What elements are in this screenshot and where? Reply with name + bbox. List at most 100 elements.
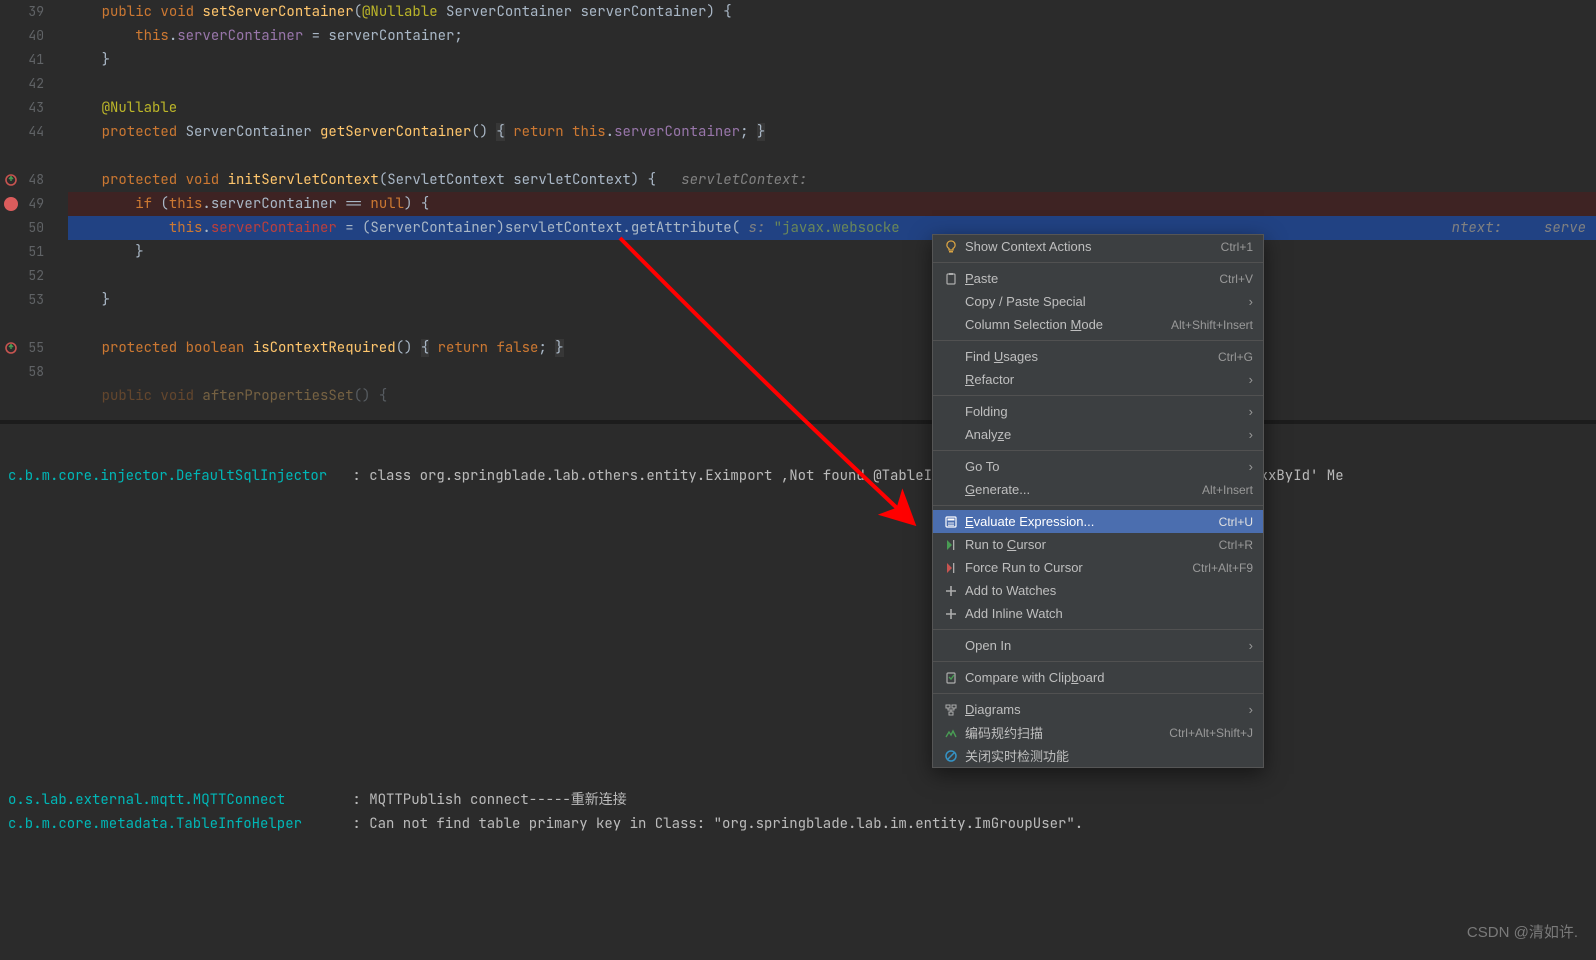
menu-item-shortcut: Ctrl+Alt+Shift+J [1169, 726, 1253, 740]
blank-icon [941, 372, 961, 388]
plus-icon [941, 606, 961, 622]
code-line[interactable] [68, 144, 1596, 168]
menu-item[interactable]: Go To› [933, 455, 1263, 478]
context-menu[interactable]: Show Context ActionsCtrl+1 Paste Ctrl+V Cop… [932, 234, 1264, 768]
code-line[interactable] [68, 264, 1596, 288]
menu-item-label: Go To [965, 459, 1241, 474]
line-number: 40 [0, 24, 68, 48]
blank-icon [941, 482, 961, 498]
code-line[interactable]: this.serverContainer = serverContainer; [68, 24, 1596, 48]
menu-item[interactable]: Folding› [933, 400, 1263, 423]
line-number: 43 [0, 96, 68, 120]
menu-item[interactable]: 编码规约扫描 Ctrl+Alt+Shift+J [933, 721, 1263, 744]
menu-separator [933, 505, 1263, 506]
console-line: c.b.m.core.injector.DefaultSqlInjector :… [8, 464, 1588, 488]
override-icon [4, 173, 18, 187]
code-line[interactable]: protected boolean isContextRequired() { … [68, 336, 1596, 360]
menu-item[interactable]: Analyze › [933, 423, 1263, 446]
menu-item-label: Column Selection Mode [965, 317, 1159, 332]
menu-item-label: Add Inline Watch [965, 606, 1253, 621]
line-number: 42 [0, 72, 68, 96]
blank-icon [941, 427, 961, 443]
scan-icon [941, 725, 961, 741]
line-number [0, 144, 68, 168]
blank-icon [941, 459, 961, 475]
code-line[interactable]: } [68, 48, 1596, 72]
code-line[interactable]: public void afterPropertiesSet() { [68, 384, 1596, 408]
submenu-arrow-icon: › [1249, 638, 1253, 653]
submenu-arrow-icon: › [1249, 702, 1253, 717]
menu-item[interactable]: Show Context ActionsCtrl+1 [933, 235, 1263, 258]
code-line[interactable]: public void setServerContainer(@Nullable… [68, 0, 1596, 24]
code-line[interactable]: if (this.serverContainer == null) { [68, 192, 1596, 216]
watermark: CSDN @清如许. [1467, 921, 1578, 942]
menu-item-label: Folding [965, 404, 1241, 419]
menu-separator [933, 262, 1263, 263]
menu-separator [933, 340, 1263, 341]
selected-code-line[interactable]: this.serverContainer = (ServerContainer)… [68, 216, 1596, 240]
menu-item[interactable]: Copy / Paste Special› [933, 290, 1263, 313]
line-number: 48 [0, 168, 68, 192]
code-line[interactable]: @Nullable [68, 96, 1596, 120]
line-number [0, 384, 68, 408]
menu-item-label: Analyze [965, 427, 1241, 442]
menu-item-label: 编码规约扫描 [965, 723, 1157, 742]
code-line[interactable] [68, 360, 1596, 384]
line-number: 39 [0, 0, 68, 24]
menu-item[interactable]: 关闭实时检测功能 [933, 744, 1263, 767]
code-line[interactable]: protected ServerContainer getServerConta… [68, 120, 1596, 144]
menu-item-label: Add to Watches [965, 583, 1253, 598]
line-number: 44 [0, 120, 68, 144]
menu-item-shortcut: Alt+Insert [1202, 483, 1253, 497]
line-number: 41 [0, 48, 68, 72]
menu-item-label: Evaluate Expression... [965, 514, 1207, 529]
submenu-arrow-icon: › [1249, 427, 1253, 442]
menu-item-shortcut: Ctrl+G [1218, 350, 1253, 364]
line-number: 52 [0, 264, 68, 288]
menu-item-label: Open In [965, 638, 1241, 653]
menu-item[interactable]: Diagrams › [933, 698, 1263, 721]
clip-icon [941, 670, 961, 686]
code-line[interactable] [68, 72, 1596, 96]
menu-item-label: 关闭实时检测功能 [965, 746, 1253, 765]
menu-item[interactable]: Evaluate Expression...Ctrl+U [933, 510, 1263, 533]
menu-item[interactable]: Compare with Clipboard [933, 666, 1263, 689]
menu-item-label: Show Context Actions [965, 239, 1209, 254]
paste-icon [941, 271, 961, 287]
menu-item[interactable]: Open In › [933, 634, 1263, 657]
menu-item[interactable]: Find UsagesCtrl+G [933, 345, 1263, 368]
menu-item[interactable]: Add to Watches [933, 579, 1263, 602]
menu-item[interactable]: Column Selection ModeAlt+Shift+Insert [933, 313, 1263, 336]
calc-icon [941, 514, 961, 530]
code-editor[interactable]: 39 40 41 42 43 44 48 49 50 51 52 53 55 5… [0, 0, 1596, 420]
menu-item[interactable]: Refactor› [933, 368, 1263, 391]
menu-item-label: Diagrams [965, 702, 1241, 717]
line-number: 55 [0, 336, 68, 360]
menu-item[interactable]: Paste Ctrl+V [933, 267, 1263, 290]
code-line[interactable]: } [68, 240, 1596, 264]
menu-item-shortcut: Ctrl+V [1219, 272, 1253, 286]
menu-item-label: Compare with Clipboard [965, 670, 1253, 685]
console-panel[interactable]: c.b.m.core.injector.DefaultSqlInjector :… [0, 424, 1596, 960]
line-number [0, 312, 68, 336]
menu-item[interactable]: Generate... Alt+Insert [933, 478, 1263, 501]
code-line[interactable] [68, 312, 1596, 336]
breakpoint-icon[interactable] [4, 197, 18, 211]
line-number: 53 [0, 288, 68, 312]
stop-icon [941, 748, 961, 764]
menu-item[interactable]: Force Run to CursorCtrl+Alt+F9 [933, 556, 1263, 579]
blank-icon [941, 638, 961, 654]
menu-item[interactable]: Run to CursorCtrl+R [933, 533, 1263, 556]
menu-separator [933, 450, 1263, 451]
menu-item[interactable]: Add Inline Watch [933, 602, 1263, 625]
blank-icon [941, 404, 961, 420]
menu-item-label: Force Run to Cursor [965, 560, 1180, 575]
line-number: 50 [0, 216, 68, 240]
blank-icon [941, 349, 961, 365]
menu-item-label: Generate... [965, 482, 1190, 497]
code-area[interactable]: public void setServerContainer(@Nullable… [68, 0, 1596, 420]
code-line[interactable]: } [68, 288, 1596, 312]
code-line[interactable]: protected void initServletContext(Servle… [68, 168, 1596, 192]
line-gutter: 39 40 41 42 43 44 48 49 50 51 52 53 55 5… [0, 0, 68, 420]
menu-item-label: Paste [965, 271, 1207, 286]
